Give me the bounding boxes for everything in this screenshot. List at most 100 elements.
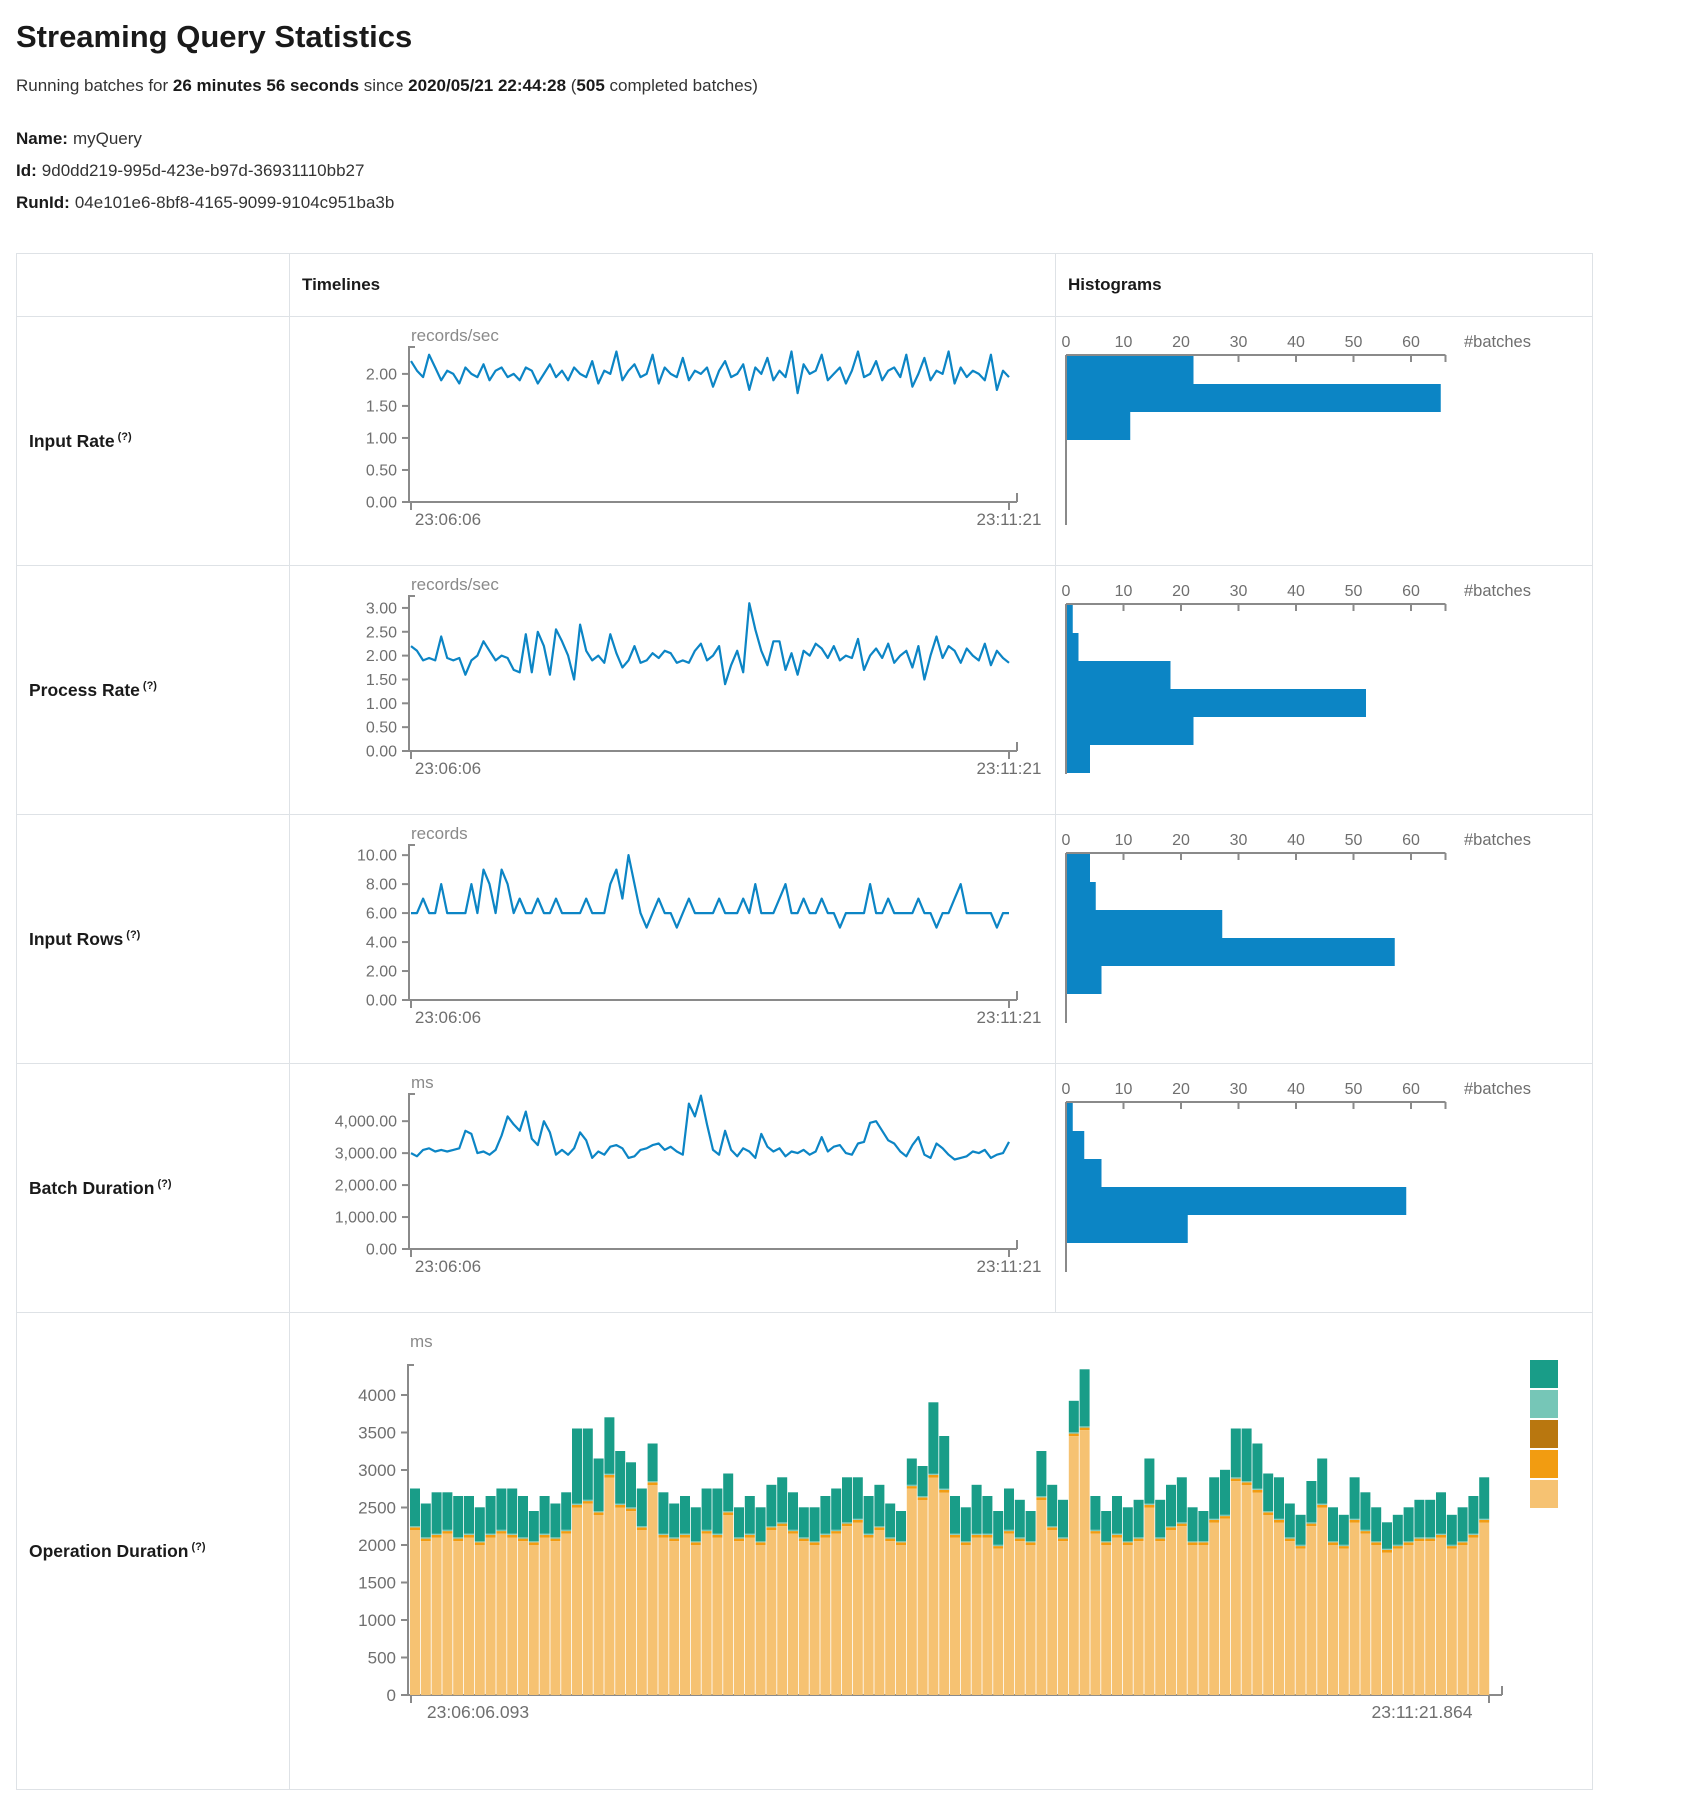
stacked-bar-segment <box>1458 1541 1468 1542</box>
stacked-bar-segment <box>885 1504 895 1538</box>
stacked-bar-segment <box>1360 1534 1370 1695</box>
stacked-bar-segment <box>1468 1538 1478 1696</box>
x-tick-label: 60 <box>1402 832 1420 849</box>
y-tick-label: 2000 <box>358 1536 396 1555</box>
stacked-bar-segment <box>594 1512 604 1515</box>
stacked-bar-segment <box>1188 1541 1198 1542</box>
x-tick-label: 50 <box>1345 832 1363 849</box>
stacked-bar-segment <box>918 1466 928 1496</box>
x-tick-label: 50 <box>1345 1081 1363 1098</box>
stacked-bar-segment <box>982 1538 992 1696</box>
stacked-bar-segment <box>1339 1545 1349 1546</box>
stacked-bar-segment <box>1144 1508 1154 1696</box>
stacked-bar-segment <box>1198 1542 1208 1545</box>
stacked-bar-segment <box>896 1541 906 1542</box>
help-tooltip-icon[interactable]: (?) <box>157 1178 171 1190</box>
stacked-bar-segment <box>1382 1522 1392 1548</box>
stacked-bar-segment <box>756 1507 766 1541</box>
process-rate-histogram-chart: 0102030405060#batches <box>1056 566 1592 813</box>
timeline-series-line <box>411 603 1009 684</box>
stacked-bar-segment <box>464 1534 474 1535</box>
stacked-bar-segment <box>939 1493 949 1696</box>
y-tick-label: 0.00 <box>366 993 397 1010</box>
stacked-bar-segment <box>1350 1523 1360 1696</box>
x-tick-label: 10 <box>1115 1081 1133 1098</box>
stacked-bar-segment <box>874 1530 884 1695</box>
stacked-bar-segment <box>702 1530 712 1531</box>
histogram-bar <box>1067 661 1171 689</box>
stacked-bar-segment <box>658 1535 668 1538</box>
stacked-bar-segment <box>1144 1459 1154 1504</box>
stacked-bar-segment <box>540 1535 550 1538</box>
stacked-bar-segment <box>1371 1507 1381 1541</box>
since-word: since <box>359 76 408 95</box>
x-end-label: 23:11:21 <box>977 1257 1042 1276</box>
stacked-bar-segment <box>442 1530 452 1531</box>
stacked-bar-segment <box>712 1535 722 1538</box>
stacked-bar-segment <box>712 1538 722 1696</box>
stacked-bar-segment <box>496 1534 506 1695</box>
stacked-bar-segment <box>561 1492 571 1530</box>
id-value: 9d0dd219-995d-423e-b97d-36931110bb27 <box>42 161 365 180</box>
y-axis <box>409 596 415 751</box>
stacked-bar-segment <box>1317 1459 1327 1504</box>
stacked-bar-segment <box>918 1496 928 1497</box>
stacked-bar-segment <box>1306 1481 1316 1522</box>
stacked-bar-segment <box>1285 1541 1295 1695</box>
x-end-label: 23:11:21 <box>977 1008 1042 1027</box>
histogram-bar <box>1067 966 1102 994</box>
x-tick-label: 0 <box>1062 832 1071 849</box>
stacked-bar-segment <box>1447 1546 1457 1549</box>
stacked-bar-segment <box>615 1504 625 1505</box>
stacked-bar-segment <box>756 1542 766 1545</box>
x-tick-label: 20 <box>1172 583 1190 600</box>
stacked-bar-segment <box>1015 1537 1025 1538</box>
stacked-bar-segment <box>820 1496 830 1534</box>
help-tooltip-icon[interactable]: (?) <box>143 680 157 692</box>
runid-label: RunId: <box>16 193 70 212</box>
stacked-bar-segment <box>1328 1541 1338 1542</box>
stacked-bar-segment <box>1177 1526 1187 1695</box>
stacked-bar-segment <box>734 1537 744 1538</box>
stacked-bar-segment <box>853 1523 863 1696</box>
legend-swatch <box>1530 1420 1558 1448</box>
stacked-bar-segment <box>1112 1535 1122 1538</box>
name-label: Name: <box>16 129 68 148</box>
y-tick-label: 6.00 <box>366 906 397 923</box>
x-tick-label: 0 <box>1062 334 1071 351</box>
stacked-bar-segment <box>604 1478 614 1696</box>
stacked-bar-segment <box>928 1475 938 1478</box>
stacked-bar-segment <box>864 1535 874 1538</box>
y-tick-label: 2500 <box>358 1499 396 1518</box>
stacked-bar-segment <box>1425 1500 1435 1538</box>
stacked-bar-segment <box>1371 1542 1381 1545</box>
table-row: Process Rate(?) records/sec0.000.501.001… <box>17 566 1593 815</box>
table-header-row: Timelines Histograms <box>17 254 1593 317</box>
stacked-bar-segment <box>1231 1479 1241 1482</box>
stacked-bar-segment <box>734 1507 744 1537</box>
help-tooltip-icon[interactable]: (?) <box>118 431 132 443</box>
stacked-bar-segment <box>982 1535 992 1538</box>
stacked-bar-segment <box>421 1539 431 1542</box>
stacked-bar-segment <box>550 1539 560 1542</box>
stacked-bar-segment <box>1123 1541 1133 1542</box>
stacked-bar-segment <box>594 1511 604 1512</box>
query-meta: Name:myQuery Id:9d0dd219-995d-423e-b97d-… <box>16 123 1677 219</box>
stacked-bar-segment <box>1274 1523 1284 1696</box>
stacked-bar-segment <box>1123 1507 1133 1541</box>
row-label-text: Input Rows <box>29 929 123 949</box>
stacked-bar-segment <box>1414 1539 1424 1542</box>
stacked-bar-segment <box>1339 1515 1349 1545</box>
stacked-bar-segment <box>442 1531 452 1534</box>
stacked-bar-segment <box>1404 1507 1414 1541</box>
help-tooltip-icon[interactable]: (?) <box>126 929 140 941</box>
stacked-bar-segment <box>486 1534 496 1535</box>
histogram-bar <box>1067 910 1222 938</box>
x-start-label: 23:06:06 <box>415 1008 481 1027</box>
stacked-bar-segment <box>1058 1539 1068 1542</box>
input-rate-histogram-chart: 0102030405060#batches <box>1056 317 1592 564</box>
stacked-bar-segment <box>680 1534 690 1535</box>
stacked-bar-segment <box>1414 1541 1424 1695</box>
stacked-bar-segment <box>1360 1530 1370 1531</box>
help-tooltip-icon[interactable]: (?) <box>191 1541 205 1553</box>
